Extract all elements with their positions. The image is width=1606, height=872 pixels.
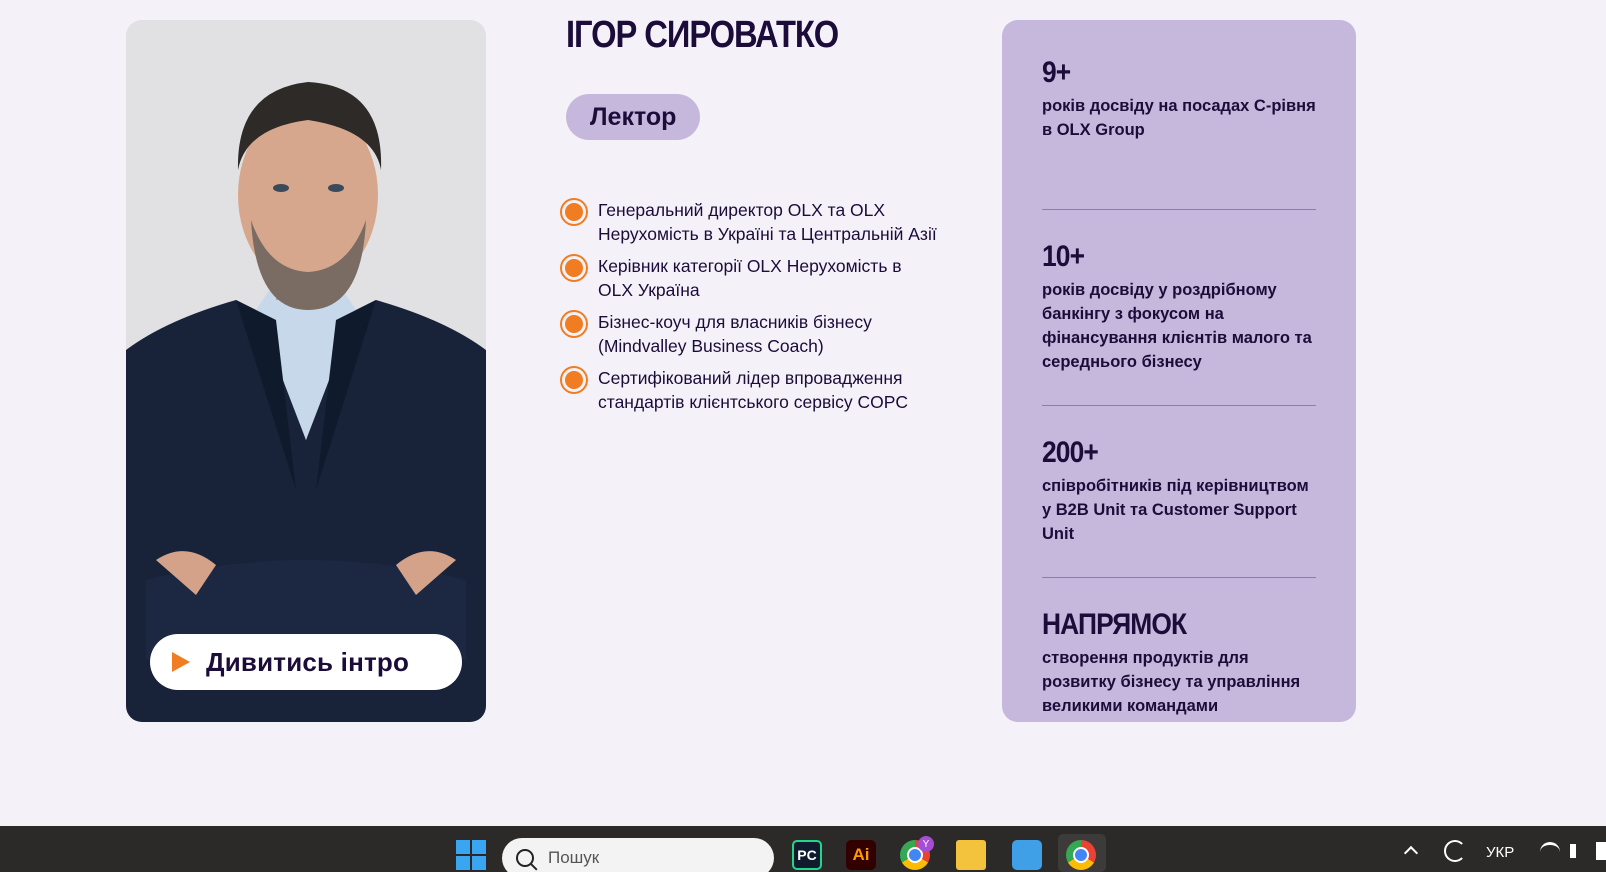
notepad-icon[interactable] — [1012, 840, 1042, 870]
orange-bullet-icon — [560, 198, 588, 226]
list-item: Бізнес-коуч для власників бізнесу (Mindv… — [560, 310, 940, 358]
speaker-portrait — [126, 20, 486, 722]
volume-icon[interactable] — [1570, 844, 1584, 858]
stat-value: 9+ — [1042, 56, 1071, 89]
stat-value: НАПРЯМОК — [1042, 608, 1187, 641]
chevron-up-icon[interactable] — [1403, 845, 1419, 861]
list-item: Генеральний директор OLX та OLX Нерухомі… — [560, 198, 940, 246]
stat-description: років досвіду у роздрібному банкінгу з ф… — [1042, 281, 1312, 371]
windows-start-icon[interactable] — [456, 840, 486, 870]
bullet-text: Керівник категорії OLX Нерухомість в OLX… — [598, 256, 902, 300]
battery-icon[interactable] — [1596, 842, 1606, 860]
bullet-text: Сертифікований лідер впровадження станда… — [598, 368, 909, 412]
stat-item: 10+ років досвіду у роздрібному банкінгу… — [1042, 210, 1316, 406]
speaker-name: ІГОР СИРОВАТКО — [566, 14, 839, 56]
stat-item: НАПРЯМОК створення продуктів для розвитк… — [1042, 578, 1316, 718]
list-item: Сертифікований лідер впровадження станда… — [560, 366, 940, 414]
stat-value: 10+ — [1042, 240, 1085, 273]
watch-intro-button[interactable]: Дивитись інтро — [150, 634, 462, 690]
watch-intro-label: Дивитись інтро — [206, 646, 410, 677]
list-item: Керівник категорії OLX Нерухомість в OLX… — [560, 254, 940, 302]
taskbar-search-input[interactable]: Пошук — [502, 838, 774, 872]
language-indicator[interactable]: УКР — [1486, 844, 1514, 861]
search-icon — [516, 849, 534, 867]
pycharm-icon[interactable]: PC — [792, 840, 822, 870]
bullet-text: Бізнес-коуч для власників бізнесу (Mindv… — [598, 312, 872, 356]
windows-taskbar: Пошук PC Ai Y УКР — [0, 826, 1606, 872]
speaker-photo-card: Дивитись інтро — [126, 20, 486, 722]
stat-value: 200+ — [1042, 436, 1099, 469]
illustrator-icon[interactable]: Ai — [846, 840, 876, 870]
stat-description: співробітників під керівництвом у B2B Un… — [1042, 477, 1309, 543]
bullet-text: Генеральний директор OLX та OLX Нерухомі… — [598, 200, 937, 244]
play-icon — [172, 652, 190, 672]
stat-item: 9+ років досвіду на посадах C-рівня в OL… — [1042, 54, 1316, 210]
stat-description: років досвіду на посадах C-рівня в OLX G… — [1042, 97, 1316, 139]
stats-card: 9+ років досвіду на посадах C-рівня в OL… — [1002, 20, 1356, 722]
file-explorer-icon[interactable] — [956, 840, 986, 870]
orange-bullet-icon — [560, 254, 588, 282]
wifi-icon[interactable] — [1540, 842, 1560, 862]
stat-description: створення продуктів для розвитку бізнесу… — [1042, 649, 1301, 715]
chrome-profile-badge: Y — [918, 836, 934, 852]
orange-bullet-icon — [560, 310, 588, 338]
chrome-icon[interactable] — [1066, 840, 1096, 870]
sync-icon[interactable] — [1444, 840, 1466, 862]
orange-bullet-icon — [560, 366, 588, 394]
speaker-achievements-list: Генеральний директор OLX та OLX Нерухомі… — [560, 198, 940, 422]
role-badge: Лектор — [566, 94, 701, 140]
search-placeholder: Пошук — [548, 848, 600, 867]
stat-item: 200+ співробітників під керівництвом у B… — [1042, 406, 1316, 578]
